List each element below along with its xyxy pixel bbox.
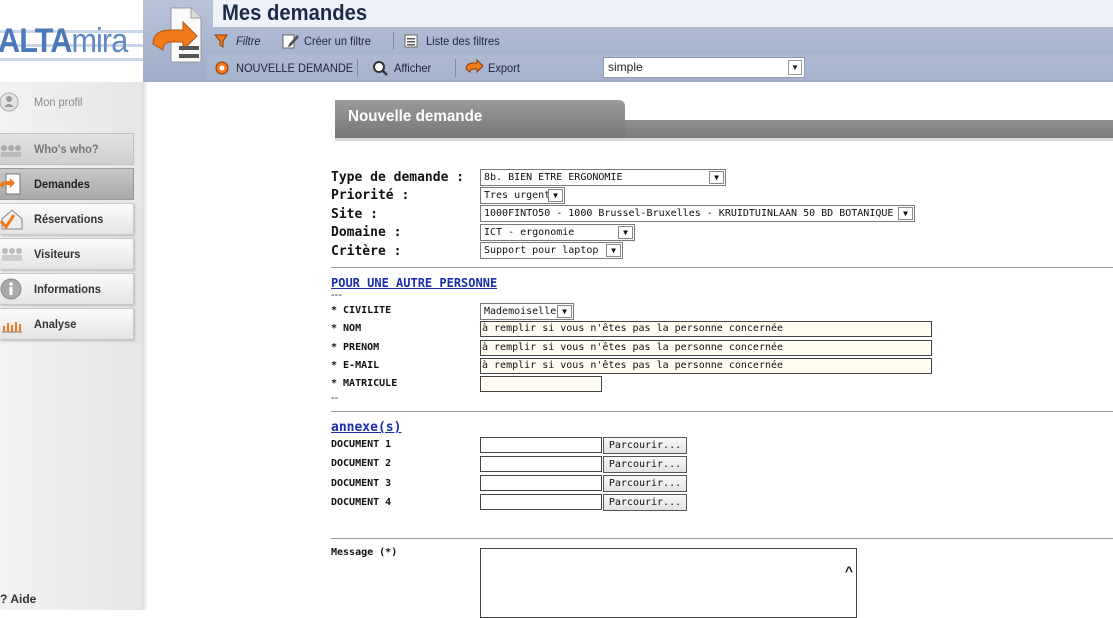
last-name-input[interactable]: à remplir si vous n'êtes pas la personne… bbox=[480, 321, 932, 337]
list-icon bbox=[404, 34, 418, 48]
document-2-input[interactable] bbox=[480, 456, 602, 472]
first-name-label: * PRENOM bbox=[331, 342, 380, 353]
domain-select[interactable]: ICT - ergonomie ▼ bbox=[480, 224, 635, 241]
civility-label: * CIVILITE bbox=[331, 305, 392, 316]
scrollbar[interactable] bbox=[839, 549, 856, 617]
employee-id-label: * MATRICULE bbox=[331, 378, 398, 389]
toolbar-row-filters: Filtre Créer un filtre Liste des filtres bbox=[207, 28, 1113, 54]
export-select[interactable]: simple ▼ bbox=[603, 57, 805, 78]
export-arrow-icon bbox=[465, 59, 483, 74]
document-4-input[interactable] bbox=[480, 494, 602, 510]
dash-top: --- bbox=[331, 289, 342, 301]
sidebar-item-whos-who[interactable]: Who's who? bbox=[0, 133, 134, 165]
document-1-label: DOCUMENT 1 bbox=[331, 439, 392, 450]
filter-icon bbox=[213, 34, 228, 48]
edit-filter-icon bbox=[282, 34, 299, 49]
document-2-label: DOCUMENT 2 bbox=[331, 458, 392, 469]
last-name-label: * NOM bbox=[331, 323, 362, 334]
type-select[interactable]: 8b. BIEN ETRE ERGONOMIE ▼ bbox=[480, 169, 726, 186]
chevron-down-icon: ▼ bbox=[548, 189, 563, 202]
browse-button-4[interactable]: Parcourir... bbox=[603, 494, 687, 511]
message-label: Message (*) bbox=[331, 547, 398, 558]
document-3-label: DOCUMENT 3 bbox=[331, 478, 392, 489]
domain-label: Domaine : bbox=[331, 225, 402, 240]
help-link[interactable]: ? Aide bbox=[0, 592, 36, 606]
priority-select[interactable]: Tres urgent ▼ bbox=[480, 187, 565, 204]
browse-button-3[interactable]: Parcourir... bbox=[603, 475, 687, 492]
people-icon bbox=[1, 145, 21, 157]
visitors-icon bbox=[2, 248, 22, 261]
civility-select[interactable]: Mademoiselle ▼ bbox=[480, 303, 574, 320]
divider bbox=[331, 411, 1113, 412]
divider bbox=[331, 538, 1113, 539]
first-name-input[interactable]: à remplir si vous n'êtes pas la personne… bbox=[480, 340, 932, 356]
create-filter-button[interactable]: Créer un filtre bbox=[281, 31, 377, 51]
logo-area: ALTAmira bbox=[0, 0, 143, 82]
site-select[interactable]: 1000FINTO50 - 1000 Brussel-Bruxelles - K… bbox=[480, 205, 915, 222]
sidebar-item-mon-profil[interactable]: Mon profil bbox=[0, 86, 134, 118]
filter-button[interactable]: Filtre bbox=[213, 31, 263, 51]
request-icon bbox=[0, 173, 21, 195]
type-label: Type de demande : bbox=[331, 170, 465, 185]
header: Mes demandes Filtre Créer un filtre List… bbox=[143, 0, 1113, 82]
email-label: * E-MAIL bbox=[331, 360, 380, 371]
export-button[interactable]: Export bbox=[465, 58, 523, 78]
filter-list-button[interactable]: Liste des filtres bbox=[403, 31, 506, 51]
section-title: Nouvelle demande bbox=[348, 108, 483, 125]
criteria-label: Critère : bbox=[331, 244, 402, 259]
display-button[interactable]: Afficher bbox=[371, 58, 434, 78]
sidebar-item-demandes[interactable]: Demandes bbox=[0, 168, 134, 200]
chevron-down-icon: ▼ bbox=[898, 207, 913, 220]
help-icon: ? bbox=[0, 592, 8, 606]
criteria-select[interactable]: Support pour laptop ▼ bbox=[480, 242, 623, 259]
new-request-button[interactable]: NOUVELLE DEMANDE bbox=[213, 58, 363, 78]
chevron-down-icon: ▼ bbox=[618, 226, 633, 239]
employee-id-input[interactable] bbox=[480, 376, 602, 392]
profile-icon bbox=[0, 92, 19, 112]
sidebar-item-visiteurs[interactable]: Visiteurs bbox=[0, 238, 134, 270]
email-input[interactable]: à remplir si vous n'êtes pas la personne… bbox=[480, 358, 932, 374]
message-textarea[interactable]: ^ bbox=[480, 548, 857, 618]
browse-button-1[interactable]: Parcourir... bbox=[603, 437, 687, 454]
chart-icon bbox=[2, 322, 22, 333]
annexes-link[interactable]: annexe(s) bbox=[331, 420, 401, 435]
document-4-label: DOCUMENT 4 bbox=[331, 497, 392, 508]
house-check-icon bbox=[0, 209, 23, 230]
document-1-input[interactable] bbox=[480, 437, 602, 453]
page-title: Mes demandes bbox=[222, 0, 368, 25]
altamira-logo: ALTAmira bbox=[0, 22, 128, 60]
site-label: Site : bbox=[331, 207, 378, 222]
chevron-down-icon: ▼ bbox=[709, 171, 724, 184]
dash-bottom: -- bbox=[331, 392, 339, 404]
browse-button-2[interactable]: Parcourir... bbox=[603, 456, 687, 473]
priority-label: Priorité : bbox=[331, 188, 410, 203]
sidebar-item-reservations[interactable]: Réservations bbox=[0, 203, 134, 235]
chevron-down-icon: ▼ bbox=[557, 305, 572, 318]
info-icon bbox=[0, 278, 22, 300]
sidebar: Mon profil Who's who? Demandes Réservati… bbox=[0, 82, 148, 610]
sidebar-item-informations[interactable]: Informations bbox=[0, 273, 134, 305]
chevron-down-icon: ▼ bbox=[788, 60, 802, 75]
gear-icon bbox=[215, 61, 229, 75]
chevron-up-icon[interactable]: ^ bbox=[845, 563, 853, 579]
section-header: Nouvelle demande bbox=[335, 100, 1113, 141]
chevron-down-icon: ▼ bbox=[606, 244, 621, 257]
sidebar-item-analyse[interactable]: Analyse bbox=[0, 308, 134, 340]
other-person-link[interactable]: POUR UNE AUTRE PERSONNE bbox=[331, 276, 497, 290]
document-arrow-icon bbox=[152, 7, 202, 63]
document-3-input[interactable] bbox=[480, 475, 602, 491]
divider bbox=[331, 267, 1113, 268]
magnifier-icon bbox=[373, 61, 388, 76]
toolbar-row-actions: NOUVELLE DEMANDE Afficher Export simple … bbox=[207, 54, 1113, 80]
